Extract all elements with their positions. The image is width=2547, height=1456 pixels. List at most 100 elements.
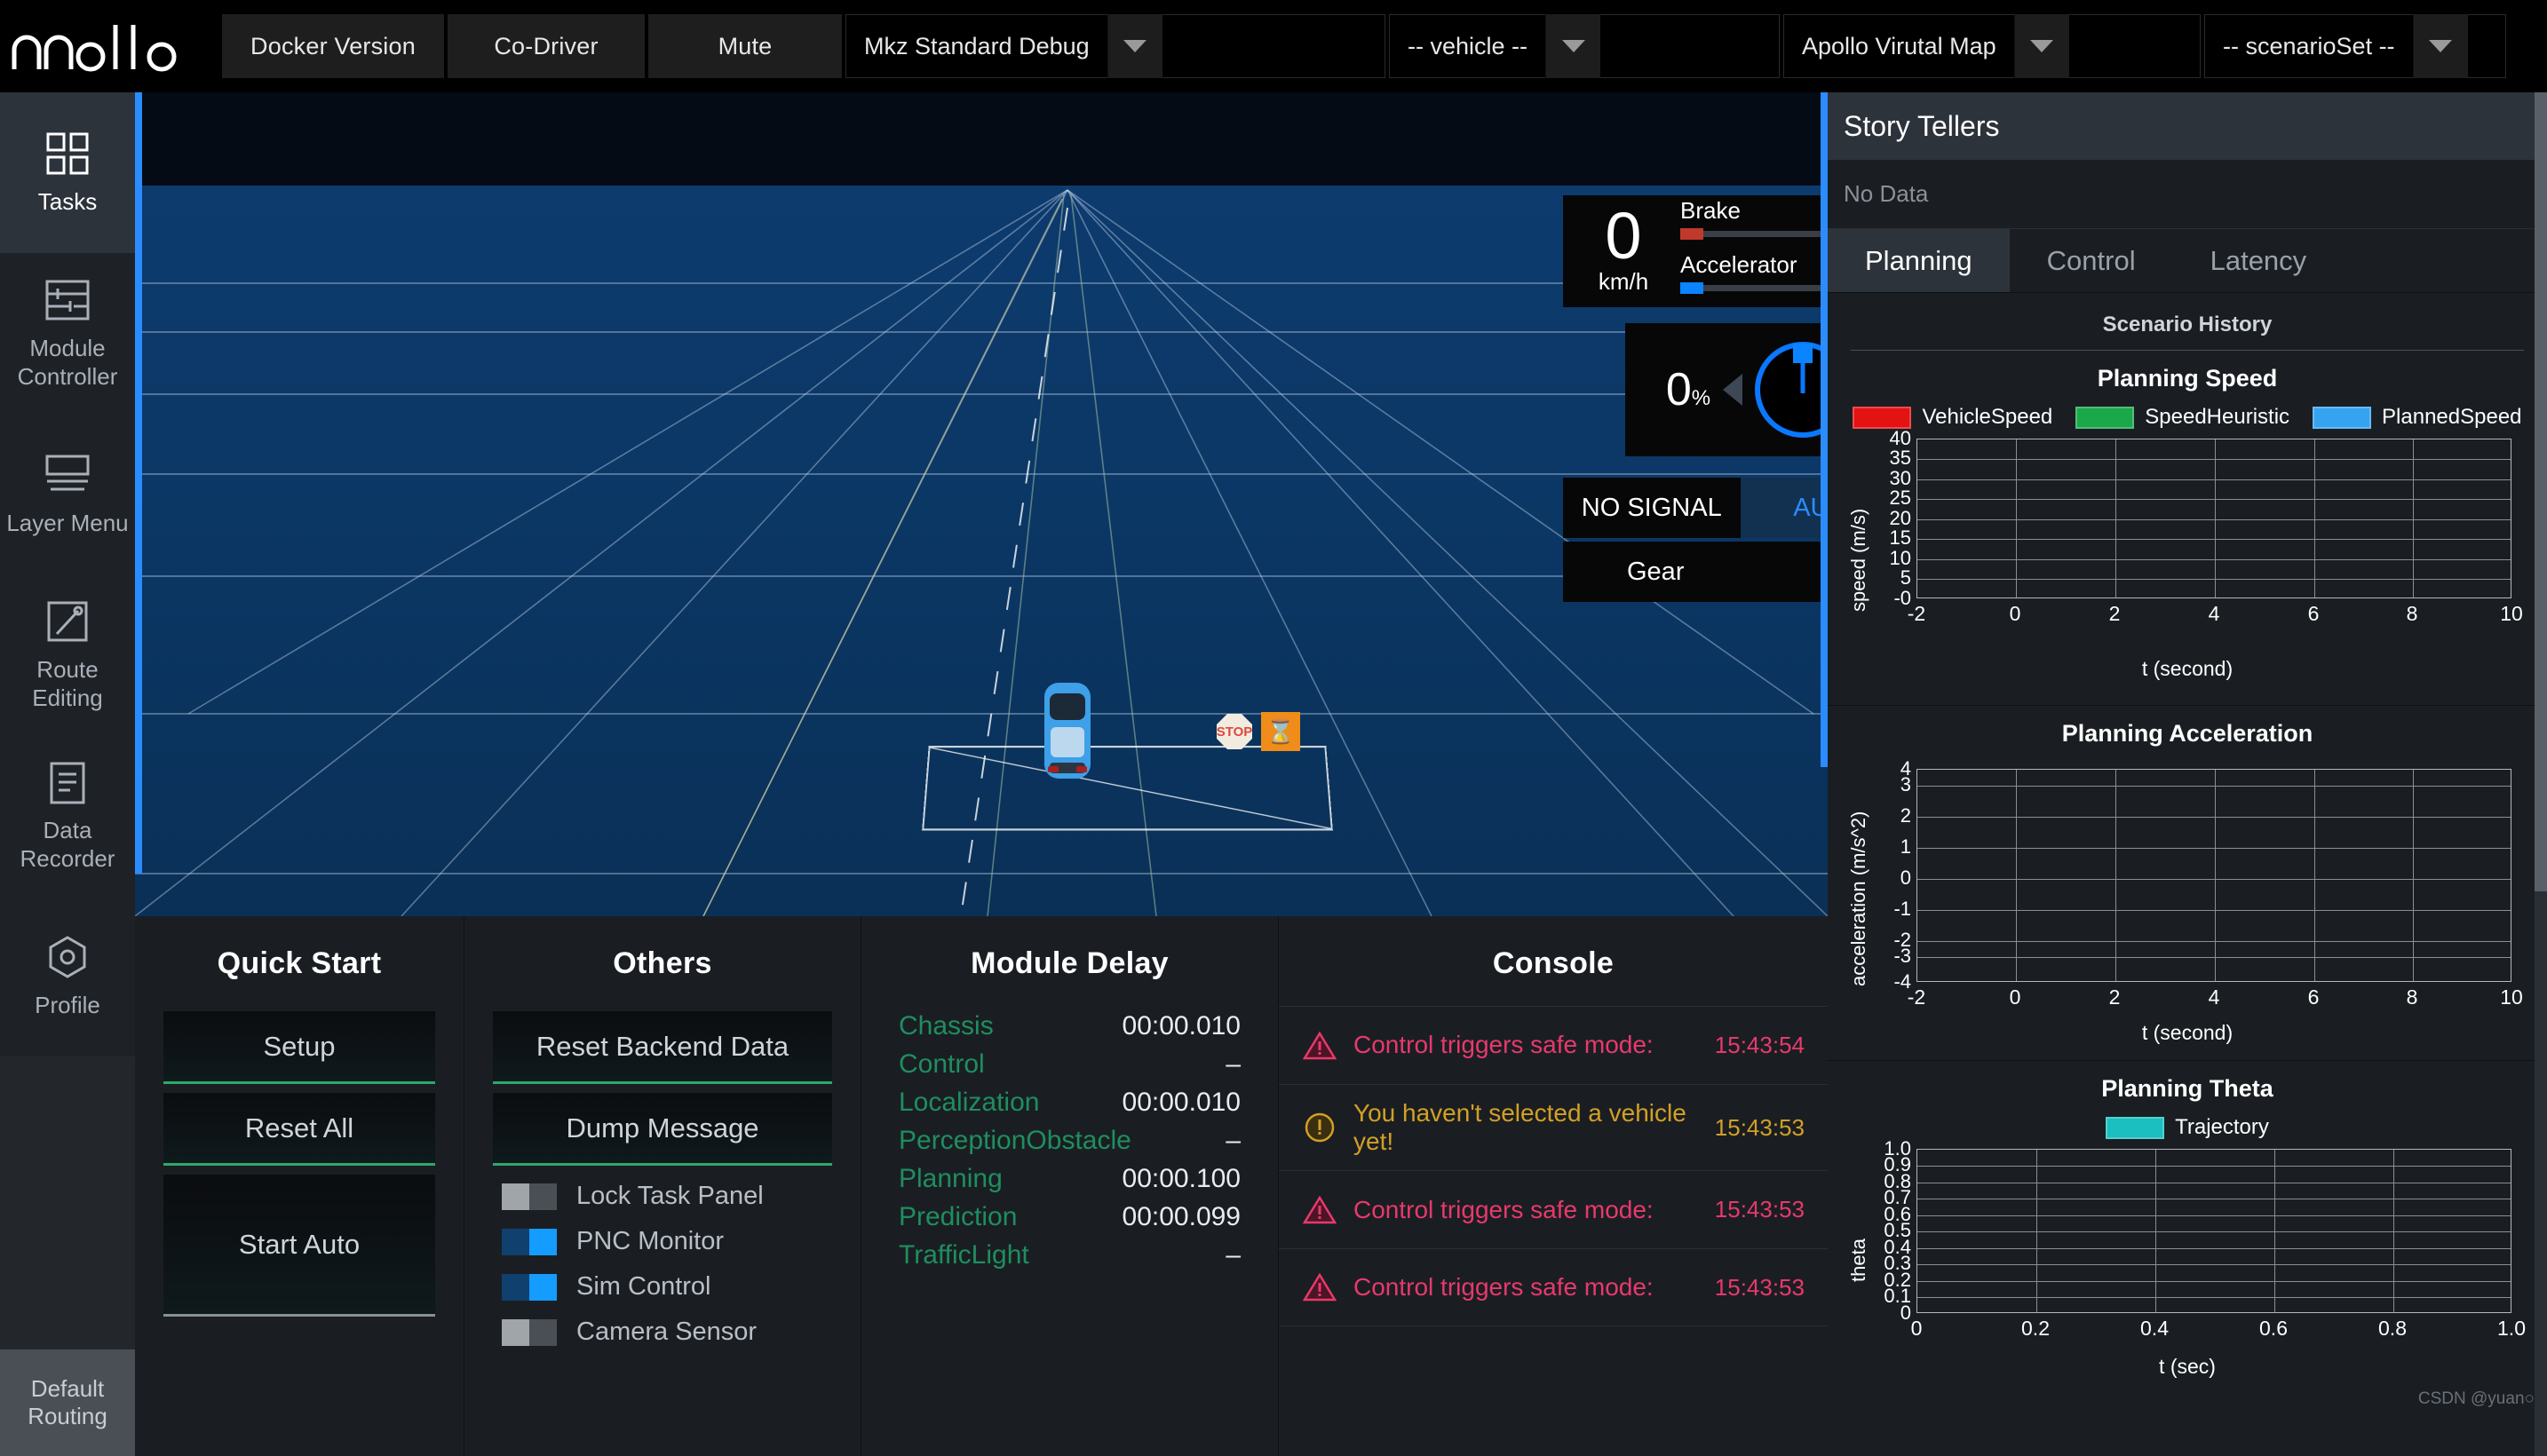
hexagon-icon [44,933,91,981]
vehicle-select[interactable]: -- vehicle -- [1389,14,1780,78]
warning-sign-icon: ⌛ [1261,712,1300,751]
console-entry: Control triggers safe mode: 15:43:53 [1279,1248,1828,1326]
sidebar-item-default-routing[interactable]: Default Routing [0,1349,135,1456]
co-driver-button[interactable]: Co-Driver [448,14,645,78]
module-name: PerceptionObstacle [899,1126,1131,1156]
stop-sign-icon: STOP [1217,714,1252,749]
chevron-down-icon[interactable] [1545,14,1600,78]
steering-panel: 0% [1625,323,1828,456]
reset-all-button[interactable]: Reset All [163,1093,435,1166]
app-header: Docker Version Co-Driver Mute Mkz Standa… [0,0,2547,92]
error-triangle-icon [1302,1272,1337,1302]
drive-mode: AUTO [1741,478,1829,538]
reset-backend-data-button[interactable]: Reset Backend Data [493,1011,832,1084]
mute-button[interactable]: Mute [648,14,842,78]
map-select[interactable]: Apollo Virutal Map [1783,14,2201,78]
toggle-camera-sensor[interactable]: Camera Sensor [502,1318,861,1347]
console-message: You haven't selected a vehicle yet! [1353,1099,1699,1156]
chart-plot-area: acceleration (m/s^2) 43 21 0-1 -2-3 -4 -… [1828,769,2547,991]
planning-speed-chart: Planning Speed VehicleSpeed SpeedHeurist… [1828,351,2547,706]
setup-button[interactable]: Setup [163,1011,435,1084]
console-message: Control triggers safe mode: [1353,1196,1699,1224]
sidebar-item-data-recorder[interactable]: Data Recorder [0,735,135,896]
sidebar-item-layer-menu[interactable]: Layer Menu [0,414,135,574]
legend-item: PlannedSpeed [2313,405,2521,430]
start-auto-button[interactable]: Start Auto [163,1175,435,1317]
right-panel-left-scrollbar[interactable] [1821,92,1828,767]
sidebar: Tasks Module Controller Layer Menu Route [0,92,135,1456]
console-time: 15:43:54 [1715,1032,1805,1059]
module-name: Chassis [899,1011,994,1041]
chart-legend: VehicleSpeed SpeedHeuristic PlannedSpeed [1828,405,2547,430]
toggle-switch[interactable] [502,1274,557,1301]
tab-latency[interactable]: Latency [2173,229,2345,292]
module-delay-title: Module Delay [861,916,1278,981]
steer-left-icon [1723,374,1742,406]
mode-select-value: Mkz Standard Debug [846,33,1107,60]
scenario-history-label: Scenario History [1851,293,2524,351]
chart-plot-area: theta 1.00.9 0.80.7 0.60.5 0.40.3 0.20.1… [1828,1149,2547,1326]
watermark: CSDN @yuan○ [2418,1389,2535,1409]
legend-item: SpeedHeuristic [2075,405,2289,430]
console-title: Console [1279,916,1828,981]
toggle-switch[interactable] [502,1183,557,1210]
story-tellers-no-data: No Data [1828,160,2547,229]
sidebar-footer-label: Default Routing [0,1375,135,1430]
chart-plot-area: speed (m/s) -05 1015 2025 3035 40 -20 24 [1828,439,2547,625]
tab-planning[interactable]: Planning [1828,229,2010,292]
error-triangle-icon [1302,1195,1337,1225]
console-time: 15:43:53 [1715,1196,1805,1223]
module-delay-value: 00:00.099 [1123,1202,1241,1232]
map-select-value: Apollo Virutal Map [1784,33,2014,60]
chart-legend: Trajectory [1828,1115,2547,1140]
signal-status: NO SIGNAL [1563,478,1741,538]
toggle-switch[interactable] [502,1229,557,1255]
mode-select[interactable]: Mkz Standard Debug [845,14,1385,78]
module-delay-panel: Module Delay Chassis 00:00.010 Control –… [861,916,1278,1456]
toggle-lock-task-panel[interactable]: Lock Task Panel [502,1182,861,1211]
viewport-left-scrollbar[interactable] [135,92,142,874]
others-title: Others [464,916,861,981]
chevron-down-icon[interactable] [2413,14,2468,78]
tab-control[interactable]: Control [2010,229,2173,292]
accelerator-bar [1680,285,1828,291]
sidebar-item-label: Module Controller [0,335,135,390]
adc-bounding-box [922,746,1333,830]
sidebar-item-module-controller[interactable]: Module Controller [0,253,135,414]
toggle-sim-control[interactable]: Sim Control [502,1272,861,1302]
chevron-down-icon[interactable] [2014,14,2069,78]
sidebar-item-profile[interactable]: Profile [0,896,135,1056]
legend-label: VehicleSpeed [1922,405,2052,430]
table-row: Prediction 00:00.099 [899,1202,1241,1232]
module-delay-value: 00:00.010 [1123,1088,1241,1118]
toggle-label: Camera Sensor [576,1318,757,1347]
legend-label: SpeedHeuristic [2145,405,2289,430]
legend-swatch [1853,407,1911,429]
console-message: Control triggers safe mode: [1353,1031,1699,1059]
module-delay-value: – [1226,1126,1241,1156]
speed-panel: 0 km/h Brake 0% Accelerator 0% [1563,195,1828,307]
accelerator-label: Accelerator [1680,251,1797,279]
toggle-pnc-monitor[interactable]: PNC Monitor [502,1227,861,1256]
brake-bar [1680,231,1828,237]
console-panel: Console Control triggers safe mode: 15:4… [1278,916,1828,1456]
docker-version-button[interactable]: Docker Version [222,14,444,78]
console-entry: You haven't selected a vehicle yet! 15:4… [1279,1084,1828,1170]
sidebar-item-tasks[interactable]: Tasks [0,92,135,253]
x-axis-label: t (second) [1828,1021,2547,1045]
sidebar-item-route-editing[interactable]: Route Editing [0,574,135,735]
console-message: Control triggers safe mode: [1353,1273,1699,1302]
console-time: 15:43:53 [1715,1114,1805,1142]
chevron-down-icon[interactable] [1107,14,1162,78]
module-name: TrafficLight [899,1240,1029,1270]
right-panel-scrollbar[interactable] [2535,92,2547,1456]
table-row: TrafficLight – [899,1240,1241,1270]
scenario-set-select[interactable]: -- scenarioSet -- [2204,14,2506,78]
simulation-viewport[interactable]: STOP ⌛ 0 km/h Brake 0% Accelerator 0% [135,92,1828,916]
x-axis-label: t (second) [1828,657,2547,681]
dump-message-button[interactable]: Dump Message [493,1093,832,1166]
quick-start-title: Quick Start [135,916,464,981]
toggle-label: Sim Control [576,1272,711,1302]
others-panel: Others Reset Backend Data Dump Message L… [464,916,861,1456]
toggle-switch[interactable] [502,1319,557,1346]
